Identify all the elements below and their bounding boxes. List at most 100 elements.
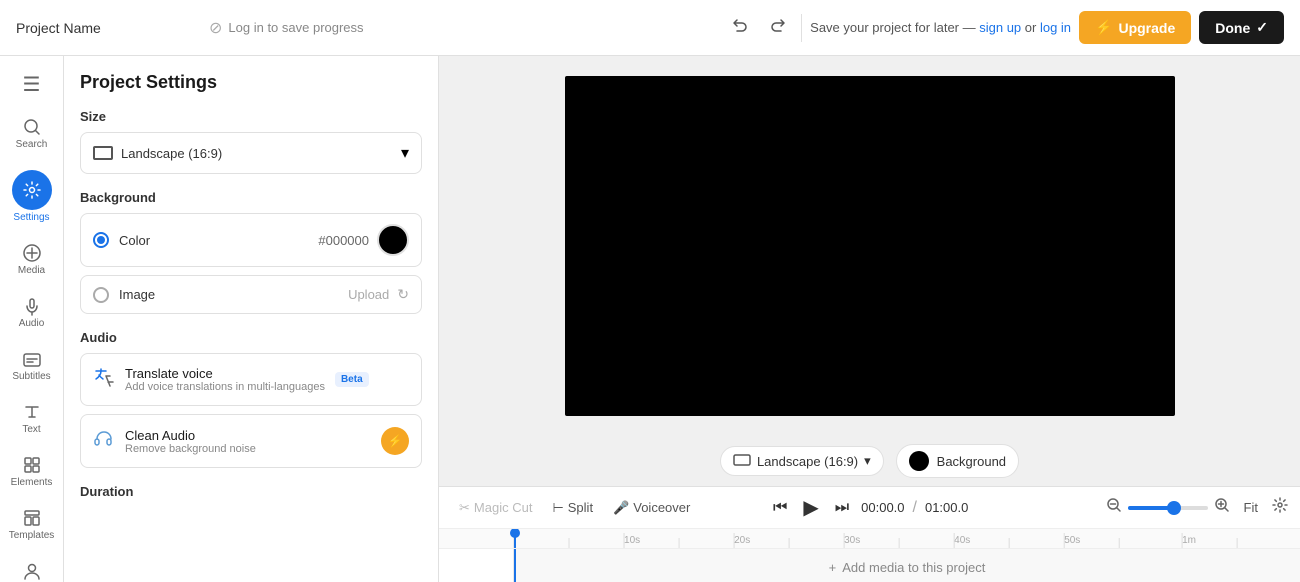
- clean-audio-svg: [93, 428, 115, 450]
- zoom-in-button[interactable]: [1214, 497, 1230, 518]
- landscape-svg: [733, 454, 751, 466]
- media-icon: [22, 243, 42, 263]
- fit-button[interactable]: Fit: [1236, 496, 1266, 519]
- timeline-settings-icon[interactable]: [1272, 497, 1288, 518]
- image-option[interactable]: Image Upload ↻: [80, 275, 422, 314]
- project-name-input[interactable]: [16, 20, 197, 36]
- media-label: Media: [18, 265, 45, 276]
- log-in-link[interactable]: log in: [1040, 20, 1071, 35]
- zoom-controls: Fit: [1106, 496, 1288, 519]
- add-media-label: Add media to this project: [842, 560, 985, 575]
- undo-button[interactable]: [725, 10, 755, 45]
- cloud-off-icon: ⊘: [209, 18, 222, 38]
- search-label: Search: [16, 139, 48, 150]
- redo-button[interactable]: [763, 10, 793, 45]
- video-preview: [439, 56, 1300, 436]
- audio-section: Audio Translate voice Add voice translat…: [80, 330, 422, 468]
- divider: [801, 14, 802, 42]
- image-radio[interactable]: [93, 287, 109, 303]
- sidebar-item-audio[interactable]: Audio: [4, 288, 60, 337]
- zoom-out-button[interactable]: [1106, 497, 1122, 518]
- split-button[interactable]: ⊢ Split: [544, 496, 601, 520]
- timeline-toolbar: ✂ Magic Cut ⊢ Split 🎤 Voiceover ⏮ ▶ ⏭ 00…: [439, 487, 1300, 529]
- size-dropdown[interactable]: Landscape (16:9) ▾: [80, 132, 422, 174]
- timeline-track-area: + Add media to this project: [439, 549, 1300, 582]
- top-bar-right: Save your project for later — sign up or…: [725, 10, 1284, 45]
- sidebar-item-templates[interactable]: Templates: [4, 500, 60, 549]
- play-button[interactable]: ▶: [799, 491, 822, 524]
- sidebar-item-user[interactable]: [4, 553, 60, 582]
- upgrade-label: Upgrade: [1118, 20, 1175, 36]
- clean-audio-icon: [93, 428, 115, 455]
- templates-label: Templates: [9, 530, 55, 541]
- subtitles-icon: [22, 349, 42, 369]
- done-button[interactable]: Done ✓: [1199, 11, 1284, 44]
- sidebar-item-search[interactable]: Search: [4, 109, 60, 158]
- pro-badge: ⚡: [381, 427, 409, 455]
- sign-up-link[interactable]: sign up: [979, 20, 1021, 35]
- text-label: Text: [22, 424, 40, 435]
- save-notice: ⊘ Log in to save progress: [209, 18, 364, 38]
- refresh-icon: ↻: [397, 286, 409, 303]
- color-right: #000000: [318, 224, 409, 256]
- beta-badge: Beta: [335, 372, 369, 387]
- background-badge[interactable]: Background: [896, 444, 1019, 478]
- done-check-icon: ✓: [1256, 19, 1268, 36]
- voiceover-icon: 🎤: [613, 500, 629, 516]
- ruler-ticks-svg: [514, 529, 1300, 548]
- timeline-ruler-track: 10s 20s 30s 40s 50s 1m: [439, 529, 1300, 582]
- sidebar-item-menu[interactable]: ☰: [4, 64, 60, 105]
- plus-icon: +: [829, 560, 837, 575]
- voiceover-button[interactable]: 🎤 Voiceover: [605, 496, 698, 520]
- zoom-out-icon: [1106, 497, 1122, 513]
- sidebar-item-elements[interactable]: Elements: [4, 447, 60, 496]
- gear-icon: [1272, 497, 1288, 513]
- sidebar-item-text[interactable]: Text: [4, 394, 60, 443]
- clean-audio-text: Clean Audio Remove background noise: [125, 428, 256, 455]
- landscape-chevron-icon: ▾: [864, 453, 871, 469]
- upload-button[interactable]: Upload: [348, 287, 389, 302]
- image-option-left: Image: [93, 287, 155, 303]
- color-option-left: Color: [93, 232, 150, 248]
- ruler-side-spacer: [439, 529, 514, 548]
- skip-forward-button[interactable]: ⏭: [831, 495, 853, 521]
- audio-label: Audio: [19, 318, 45, 329]
- settings-label: Settings: [13, 212, 49, 223]
- elements-label: Elements: [11, 477, 53, 488]
- clean-audio-item[interactable]: Clean Audio Remove background noise ⚡: [80, 414, 422, 468]
- sidebar-item-subtitles[interactable]: Subtitles: [4, 341, 60, 390]
- split-label: Split: [568, 500, 593, 515]
- skip-back-button[interactable]: ⏮: [769, 495, 791, 521]
- settings-panel: Project Settings Size Landscape (16:9) ▾…: [64, 56, 439, 582]
- settings-icon: [22, 180, 42, 200]
- user-icon: [22, 561, 42, 581]
- templates-icon: [22, 508, 42, 528]
- upgrade-icon: ⚡: [1095, 19, 1112, 36]
- translate-voice-item[interactable]: Translate voice Add voice translations i…: [80, 353, 422, 406]
- sidebar-item-settings[interactable]: Settings: [4, 162, 60, 231]
- color-swatch-inner: [381, 228, 405, 252]
- timeline-ruler: 10s 20s 30s 40s 50s 1m: [439, 529, 1300, 549]
- translate-svg: [93, 366, 115, 388]
- color-option[interactable]: Color #000000: [80, 213, 422, 267]
- menu-icon: ☰: [23, 72, 41, 97]
- zoom-slider[interactable]: [1128, 506, 1208, 510]
- audio-icon: [22, 296, 42, 316]
- magic-cut-button[interactable]: ✂ Magic Cut: [451, 496, 540, 520]
- color-radio[interactable]: [93, 232, 109, 248]
- upgrade-button[interactable]: ⚡ Upgrade: [1079, 11, 1191, 44]
- track-labels: [439, 549, 514, 582]
- ruler-marks-container: 10s 20s 30s 40s 50s 1m: [514, 529, 1300, 548]
- timeline-track: + Add media to this project: [514, 549, 1300, 582]
- color-label: Color: [119, 233, 150, 248]
- duration-label: Duration: [80, 484, 422, 499]
- done-label: Done: [1215, 20, 1250, 36]
- sidebar-item-media[interactable]: Media: [4, 235, 60, 284]
- playhead-ruler: [514, 529, 516, 548]
- translate-icon: [93, 366, 115, 393]
- landscape-badge[interactable]: Landscape (16:9) ▾: [720, 446, 884, 476]
- color-swatch[interactable]: [377, 224, 409, 256]
- add-media-button[interactable]: + Add media to this project: [829, 560, 986, 575]
- text-icon: [22, 402, 42, 422]
- right-column: Landscape (16:9) ▾ Background ✂ Magic Cu…: [439, 56, 1300, 582]
